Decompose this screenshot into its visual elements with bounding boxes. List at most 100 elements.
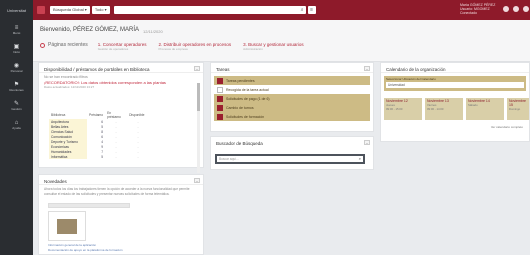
logo[interactable]: Universitat bbox=[0, 0, 33, 20]
sidebar-item-personal[interactable]: ◉ Personal bbox=[0, 58, 33, 77]
task-row[interactable]: Tareas pendientes bbox=[214, 76, 370, 85]
welcome-text: Bienvenido, PÉREZ GÓMEZ, MARÍA bbox=[40, 27, 140, 33]
row-available: - bbox=[137, 154, 139, 159]
top-bar: Búsqueda Global ▾ Todo ▾ ⌕ ≡ María GÓMEZ… bbox=[33, 0, 530, 20]
panel-title: Disponibilidad / préstamos de portátiles… bbox=[39, 63, 203, 73]
task-icon bbox=[217, 86, 223, 93]
sidebar-item-label: Gestión bbox=[11, 106, 22, 111]
day-title: Noviembre 15 bbox=[509, 99, 526, 107]
welcome-date: 12/11/2020 bbox=[143, 29, 163, 34]
day-time: 09:00 - 14:00 bbox=[427, 107, 444, 111]
panel-title: Novedades bbox=[39, 175, 203, 185]
column-header: Disponible bbox=[129, 113, 145, 117]
toolbar-icons bbox=[503, 6, 530, 12]
search-box: Buscar aquí... ⌕ bbox=[215, 154, 365, 164]
search-mode-select[interactable]: Todo ▾ bbox=[91, 6, 110, 14]
panel-title: Tareas bbox=[211, 63, 373, 73]
calendar-days: Noviembre 12 Jueves 09:00 - 15:00 Noviembr… bbox=[384, 98, 529, 120]
sidebar-item-meetings[interactable]: ⚑ Reuniones bbox=[0, 77, 33, 96]
availability-table: Biblioteca Préstamo En préstamo Disponib… bbox=[49, 111, 149, 159]
news-image[interactable] bbox=[48, 211, 86, 241]
table-row[interactable]: Informática 5 - - bbox=[49, 154, 149, 159]
user-status: Conectado bbox=[460, 11, 477, 15]
help-icon[interactable] bbox=[513, 6, 519, 12]
task-row[interactable]: Recogida de la tarea actual bbox=[214, 85, 370, 94]
task-label: Tareas pendientes bbox=[226, 78, 255, 83]
sidebar-item-label: Personal bbox=[10, 68, 23, 73]
search-icon[interactable]: ⌕ bbox=[359, 156, 361, 162]
recent-pages-label: Páginas recientes bbox=[48, 42, 88, 48]
app-icon[interactable] bbox=[37, 6, 45, 14]
sidebar: Universitat ≡ Menú ▣ Inicio ◉ Personal ⚑ Reu… bbox=[0, 0, 33, 255]
task-label: Solicitudes de formación bbox=[226, 114, 265, 119]
sidebar-item-label: Menú bbox=[12, 30, 21, 35]
logo-text: Universitat bbox=[7, 7, 26, 13]
settings-icon[interactable] bbox=[523, 6, 529, 12]
task-icon bbox=[217, 113, 223, 120]
panel-title: Calendario de la organización bbox=[381, 63, 529, 73]
search-menu-button[interactable]: ≡ bbox=[307, 6, 316, 14]
step-link-2[interactable]: 2. Distribuir operadores en procesos Proc… bbox=[159, 42, 232, 52]
update-note: Datos actualizados: 12/11/2020 13:27 bbox=[44, 85, 95, 89]
calendar-day[interactable]: Noviembre 13 Viernes 09:00 - 14:00 bbox=[425, 98, 463, 120]
search-icon: ⌕ bbox=[300, 7, 304, 13]
location-select[interactable]: Universidad bbox=[386, 82, 524, 88]
step-sub: Administración bbox=[243, 47, 263, 51]
day-sub: Sábado bbox=[468, 103, 478, 107]
search-placeholder: Buscar aquí... bbox=[219, 157, 239, 161]
sidebar-item-home[interactable]: ▣ Inicio bbox=[0, 39, 33, 58]
calendar-day[interactable]: Noviembre 14 Sábado bbox=[466, 98, 504, 120]
task-row[interactable]: Cambio de turnos bbox=[214, 103, 370, 112]
task-icon bbox=[217, 95, 223, 102]
column-header: En préstamo bbox=[107, 111, 121, 119]
day-sub: Domingo bbox=[509, 107, 521, 111]
panel-scrollbar[interactable] bbox=[197, 83, 200, 173]
search-scope-select[interactable]: Búsqueda Global ▾ bbox=[50, 6, 90, 14]
full-calendar-link[interactable]: Ver calendario completo bbox=[491, 125, 523, 129]
sidebar-item-menu[interactable]: ≡ Menú bbox=[0, 20, 33, 39]
global-search-input[interactable]: ⌕ bbox=[113, 6, 306, 14]
collapse-button[interactable]: – bbox=[364, 66, 370, 71]
task-icon bbox=[217, 77, 223, 84]
media-bar bbox=[48, 203, 130, 208]
panel-title: Buscador de Búsqueda bbox=[216, 141, 263, 146]
collapse-button[interactable]: – bbox=[364, 140, 370, 145]
row-name: Informática bbox=[49, 154, 87, 159]
task-label: Cambio de turnos bbox=[226, 105, 254, 110]
step-link-3[interactable]: 3. Buscar y gestionar usuarios Administra… bbox=[243, 42, 304, 52]
search-input[interactable]: Buscar aquí... ⌕ bbox=[217, 156, 363, 162]
step-link-1[interactable]: 1. Concertar operadores Gestión de operad… bbox=[98, 42, 147, 52]
task-row[interactable]: Solicitudes de formación bbox=[214, 112, 370, 121]
scrollbar-thumb[interactable] bbox=[197, 83, 200, 111]
calendar-day[interactable]: Noviembre 15 Domingo bbox=[507, 98, 529, 120]
step-sub: Procesos de empresa bbox=[158, 47, 188, 51]
column-header: Biblioteca bbox=[51, 113, 66, 117]
news-link[interactable]: Información general de la aplicación bbox=[48, 243, 96, 247]
search-panel: Buscador de Búsqueda – Buscar aquí... ⌕ bbox=[210, 136, 374, 170]
step-sub: Gestión de operadores bbox=[97, 47, 129, 51]
news-link[interactable]: Documentación de apoyo en la plataforma … bbox=[48, 248, 123, 252]
row-count: 5 bbox=[101, 154, 104, 159]
column-header: Préstamo bbox=[89, 113, 104, 117]
notification-icon[interactable] bbox=[503, 6, 509, 12]
sidebar-item-label: Reuniones bbox=[9, 87, 24, 92]
availability-panel: Disponibilidad / préstamos de portátiles… bbox=[38, 62, 204, 173]
sidebar-item-label: Ayuda bbox=[12, 125, 21, 130]
task-label: Solicitudes de pago (1 de 6) bbox=[226, 96, 270, 101]
clock-icon bbox=[40, 42, 45, 48]
sidebar-item-label: Inicio bbox=[12, 49, 20, 54]
task-row[interactable]: Solicitudes de pago (1 de 6) bbox=[214, 94, 370, 103]
collapse-button[interactable]: – bbox=[194, 178, 200, 183]
recent-pages-link[interactable]: Páginas recientes bbox=[40, 42, 88, 48]
calendar-location-bar: Seleccionar Ubicación del Calendario Uni… bbox=[384, 76, 526, 91]
day-time: 09:00 - 15:00 bbox=[386, 107, 403, 111]
sidebar-item-management[interactable]: ✎ Gestión bbox=[0, 96, 33, 115]
collapse-button[interactable]: – bbox=[194, 66, 200, 71]
sidebar-item-help[interactable]: ⌂ Ayuda bbox=[0, 115, 33, 134]
row-loaned: - bbox=[115, 154, 117, 159]
location-label: Seleccionar Ubicación del Calendario bbox=[386, 77, 436, 81]
image-thumbnail bbox=[57, 219, 77, 234]
welcome-header: Bienvenido, PÉREZ GÓMEZ, MARÍA 12/11/202… bbox=[33, 20, 530, 62]
task-icon bbox=[217, 104, 223, 111]
calendar-day[interactable]: Noviembre 12 Jueves 09:00 - 15:00 bbox=[384, 98, 422, 120]
